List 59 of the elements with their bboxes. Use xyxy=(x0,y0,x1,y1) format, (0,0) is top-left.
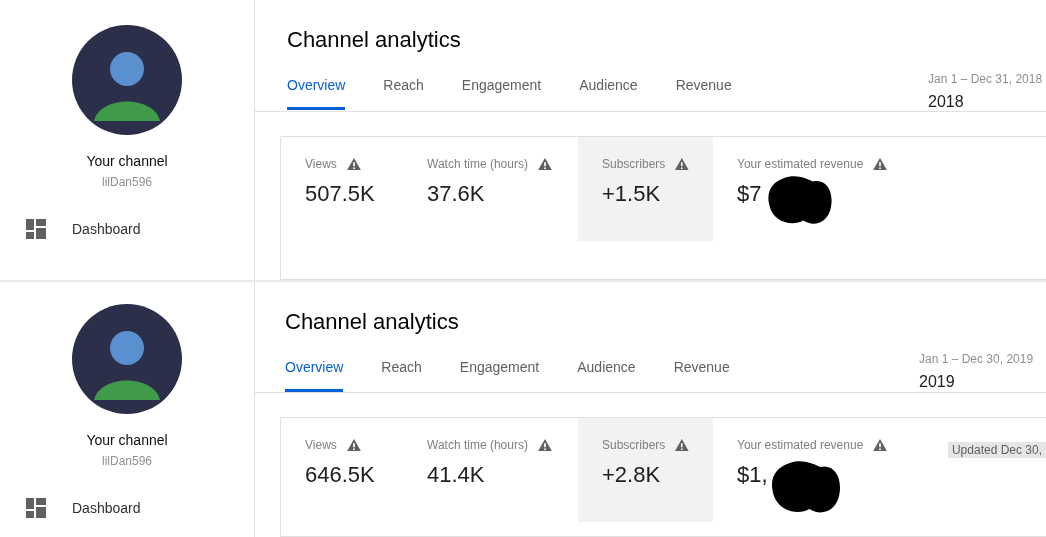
tab[interactable]: Revenue xyxy=(673,359,730,392)
metric-label: Your estimated revenue xyxy=(737,157,864,171)
channel-handle: lilDan596 xyxy=(101,175,152,189)
period-selector[interactable]: 2018 xyxy=(928,93,1046,111)
warning-icon xyxy=(346,158,361,170)
tab[interactable]: Engagement xyxy=(461,77,542,110)
tab[interactable]: Audience xyxy=(579,77,638,110)
metric-tile[interactable]: Watch time (hours) 37.6K xyxy=(403,137,578,241)
metric-tile[interactable]: Watch time (hours) 41.4K xyxy=(403,418,578,522)
dashboard-icon xyxy=(26,219,46,239)
dashboard-icon xyxy=(26,498,46,518)
tab[interactable]: Reach xyxy=(383,77,424,110)
metric-tile[interactable]: Subscribers +2.8K xyxy=(578,418,713,522)
warning-icon xyxy=(675,439,689,451)
metric-value: 37.6K xyxy=(427,181,485,207)
avatar-icon xyxy=(72,25,182,135)
metric-label: Subscribers xyxy=(602,157,666,171)
warning-icon xyxy=(537,158,552,170)
warning-icon xyxy=(675,158,689,170)
metric-value: $7 xyxy=(737,181,762,207)
metric-tile[interactable]: Your estimated revenue $7 xyxy=(713,137,933,241)
warning-icon xyxy=(873,439,888,451)
avatar-icon xyxy=(72,304,182,414)
metric-label: Your estimated revenue xyxy=(737,438,864,452)
metric-value: 507.5K xyxy=(305,181,375,207)
channel-label: Your channel xyxy=(86,432,168,448)
tab[interactable]: Overview xyxy=(285,359,344,392)
metric-label: Watch time (hours) xyxy=(427,157,528,171)
period-selector[interactable]: 2019 xyxy=(919,373,1046,391)
metric-tile[interactable]: Subscribers +1.5K xyxy=(578,137,713,241)
metric-label: Views xyxy=(305,157,337,171)
metric-value: +2.8K xyxy=(602,462,661,488)
page-title: Channel analytics xyxy=(285,309,460,335)
metric-value: $1, xyxy=(737,462,768,488)
date-range: Jan 1 – Dec 30, 2019 xyxy=(919,352,1035,366)
warning-icon xyxy=(873,158,888,170)
warning-icon xyxy=(537,439,552,451)
metric-label: Subscribers xyxy=(602,438,666,452)
tab[interactable]: Engagement xyxy=(459,359,540,392)
tab[interactable]: Reach xyxy=(381,359,422,392)
nav-item[interactable]: Dashboard xyxy=(72,500,141,516)
channel-label: Your channel xyxy=(86,153,168,169)
metric-value: 646.5K xyxy=(305,462,375,488)
metric-value: 41.4K xyxy=(427,462,485,488)
metric-tile[interactable]: Your estimated revenue $1, xyxy=(713,418,933,522)
metric-value: +1.5K xyxy=(602,181,661,207)
metric-label: Watch time (hours) xyxy=(427,438,528,452)
tab[interactable]: Audience xyxy=(577,359,636,392)
tab[interactable]: Revenue xyxy=(675,77,732,110)
updated-badge: Updated Dec 30, xyxy=(947,442,1046,458)
metric-tile[interactable]: Views 507.5K xyxy=(281,137,403,241)
tab[interactable]: Overview xyxy=(287,77,346,110)
date-range: Jan 1 – Dec 31, 2018 xyxy=(928,72,1044,86)
page-title: Channel analytics xyxy=(287,27,462,53)
warning-icon xyxy=(346,439,361,451)
metric-tile[interactable]: Views 646.5K xyxy=(281,418,403,522)
metric-label: Views xyxy=(305,438,337,452)
nav-item[interactable]: Dashboard xyxy=(72,221,141,237)
channel-handle: lilDan596 xyxy=(101,454,152,468)
